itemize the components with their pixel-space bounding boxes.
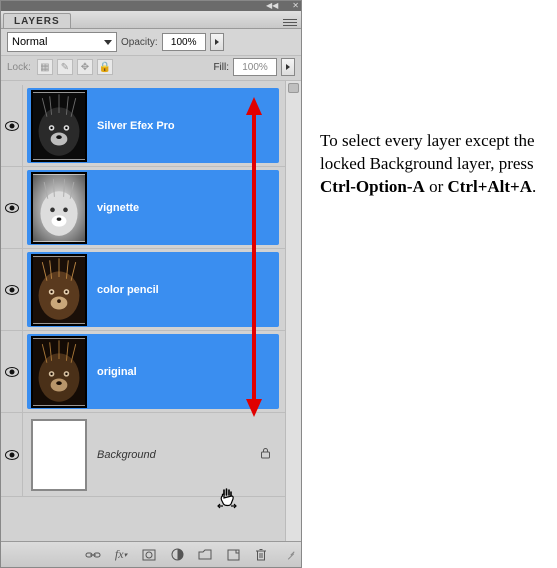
lock-icons: ▦ ✎ ✥ 🔒 (37, 59, 113, 75)
mask-icon[interactable] (141, 547, 157, 563)
layers-list: Silver Efex Pro vignette (1, 81, 285, 541)
layer-row[interactable]: color pencil (1, 249, 285, 331)
panel-footer: fx▾ (1, 541, 301, 567)
fill-field[interactable]: 100% (233, 58, 277, 76)
layer-name: Background (97, 449, 156, 461)
layers-body: Silver Efex Pro vignette (1, 81, 301, 541)
new-layer-icon[interactable] (225, 547, 241, 563)
fill-flyout-button[interactable] (281, 58, 295, 76)
chevron-down-icon (104, 40, 112, 45)
layer-row[interactable]: original (1, 331, 285, 413)
panel-topbar: ◀◀ ✕ (1, 1, 301, 11)
lock-position-icon[interactable]: ✥ (77, 59, 93, 75)
close-icon[interactable]: ✕ (292, 2, 299, 10)
layer-thumbnail (31, 419, 87, 491)
group-icon[interactable] (197, 547, 213, 563)
panel-tab-layers[interactable]: LAYERS (3, 13, 71, 28)
lock-label: Lock: (7, 62, 31, 73)
visibility-eye-icon[interactable] (5, 285, 19, 295)
layer-name: vignette (97, 202, 139, 214)
opacity-field[interactable]: 100% (162, 33, 206, 51)
lock-icon (260, 447, 271, 462)
blend-row: Normal Opacity: 100% (1, 29, 301, 56)
panel-menu-icon[interactable] (283, 16, 297, 28)
lock-all-icon[interactable]: 🔒 (97, 59, 113, 75)
blend-mode-select[interactable]: Normal (7, 32, 117, 52)
layer-name: original (97, 366, 137, 378)
opacity-flyout-button[interactable] (210, 33, 224, 51)
link-icon[interactable] (85, 547, 101, 563)
layer-name: Silver Efex Pro (97, 120, 175, 132)
lock-row: Lock: ▦ ✎ ✥ 🔒 Fill: 100% (1, 56, 301, 81)
layer-row[interactable]: Silver Efex Pro (1, 85, 285, 167)
layer-thumbnail (31, 172, 87, 244)
trash-icon[interactable] (253, 547, 269, 563)
layers-panel: ◀◀ ✕ LAYERS Normal Opacity: 100% Lock: ▦… (0, 0, 302, 568)
caption-text: To select every layer except the locked … (302, 0, 557, 568)
adjustment-icon[interactable] (169, 547, 185, 563)
visibility-eye-icon[interactable] (5, 121, 19, 131)
layer-row[interactable]: vignette (1, 167, 285, 249)
layer-thumbnail (31, 90, 87, 162)
visibility-eye-icon[interactable] (5, 367, 19, 377)
layer-thumbnail (31, 336, 87, 408)
fx-icon[interactable]: fx▾ (113, 547, 129, 563)
fill-label: Fill: (213, 62, 229, 73)
scrollbar[interactable] (285, 81, 301, 541)
opacity-label: Opacity: (121, 37, 158, 48)
collapse-icon[interactable]: ◀◀ (266, 2, 278, 10)
resize-grip-icon[interactable] (283, 550, 293, 560)
visibility-eye-icon[interactable] (5, 203, 19, 213)
scroll-thumb[interactable] (288, 83, 299, 93)
lock-paint-icon[interactable]: ✎ (57, 59, 73, 75)
layer-row[interactable]: Background (1, 413, 285, 497)
lock-transparency-icon[interactable]: ▦ (37, 59, 53, 75)
layer-name: color pencil (97, 284, 159, 296)
blend-mode-value: Normal (12, 36, 47, 48)
panel-header: LAYERS (1, 11, 301, 29)
layer-thumbnail (31, 254, 87, 326)
visibility-eye-icon[interactable] (5, 450, 19, 460)
